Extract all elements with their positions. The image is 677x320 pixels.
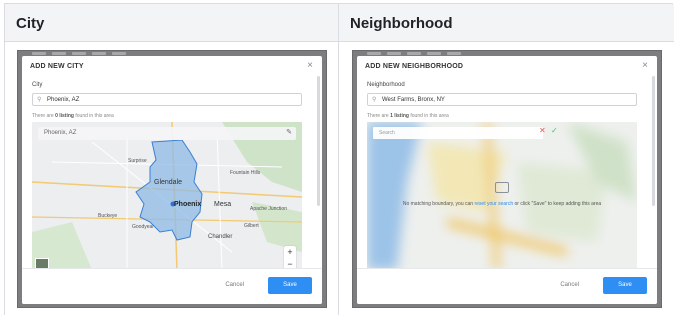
zoom-in-button[interactable]: + — [284, 246, 296, 258]
note-prefix: There are — [367, 113, 391, 119]
boundary-icon — [495, 182, 509, 193]
search-icon: ⚲ — [37, 97, 42, 103]
city-screenshot: ADD NEW CITY × City ⚲ Phoenix, AZ There … — [17, 50, 327, 308]
nomatch-suffix: or click "Save" to keep adding this area — [513, 201, 602, 207]
neighborhood-input-value: West Farms, Bronx, NY — [382, 97, 445, 103]
cancel-button[interactable]: Cancel — [225, 282, 244, 288]
neighborhood-map[interactable]: Search ✕ ✓ No matching boundary, you can… — [367, 122, 637, 270]
map-label-gilbert: Gilbert — [244, 223, 259, 229]
neighborhood-screenshot: ADD NEW NEIGHBORHOOD × Neighborhood ⚲ We… — [352, 50, 662, 308]
map-label-glendale: Glendale — [154, 179, 182, 186]
close-icon[interactable]: × — [307, 60, 313, 71]
modal-title: ADD NEW NEIGHBORHOOD — [365, 63, 464, 70]
city-cell: ADD NEW CITY × City ⚲ Phoenix, AZ There … — [5, 42, 339, 315]
scrollbar[interactable] — [317, 76, 320, 206]
add-city-modal: ADD NEW CITY × City ⚲ Phoenix, AZ There … — [22, 56, 322, 304]
note-count: 1 listing — [390, 113, 409, 119]
city-input[interactable]: ⚲ Phoenix, AZ — [32, 93, 302, 106]
save-button[interactable]: Save — [603, 277, 647, 294]
column-header-city: City — [5, 4, 339, 42]
nomatch-prefix: No matching boundary, you can — [402, 201, 475, 207]
neighborhood-input[interactable]: ⚲ West Farms, Bronx, NY — [367, 93, 637, 106]
map-label-chandler: Chandler — [208, 234, 232, 240]
map-search-field[interactable]: Phoenix, AZ ✎ — [38, 127, 296, 140]
map-graphic: Glendale Phoenix Mesa Chandler Buckeye G… — [32, 122, 302, 270]
map-label-mesa: Mesa — [214, 201, 231, 208]
zoom-control: + − — [284, 246, 296, 270]
check-icon[interactable]: ✓ — [551, 126, 558, 135]
map-label-phoenix: Phoenix — [174, 201, 201, 208]
map-label-apache-junction: Apache Junction — [250, 206, 287, 212]
no-match-message: No matching boundary, you can reset your… — [367, 201, 637, 207]
close-icon[interactable]: × — [642, 60, 648, 71]
map-label-surprise: Surprise — [128, 158, 147, 164]
cancel-button[interactable]: Cancel — [560, 282, 579, 288]
column-header-neighborhood: Neighborhood — [339, 4, 674, 42]
map-label-goodyear: Goodyear — [132, 224, 154, 230]
note-prefix: There are — [32, 113, 56, 119]
note-suffix: found in this area — [408, 113, 449, 119]
city-field-label: City — [32, 82, 43, 88]
search-icon: ⚲ — [372, 97, 377, 103]
x-icon[interactable]: ✕ — [539, 126, 546, 135]
map-graphic-blurred — [367, 122, 637, 270]
map-label-buckeye: Buckeye — [98, 213, 117, 219]
save-button[interactable]: Save — [268, 277, 312, 294]
note-count: 0 listing — [55, 113, 74, 119]
reset-search-link[interactable]: reset your search — [474, 201, 513, 207]
edit-icon[interactable]: ✎ — [286, 128, 292, 136]
scrollbar[interactable] — [652, 76, 655, 206]
map-label-fountain-hills: Fountain Hills — [230, 170, 261, 176]
map-search-value: Phoenix, AZ — [44, 130, 77, 136]
boundary-search-input[interactable]: Search — [373, 127, 543, 139]
add-neighborhood-modal: ADD NEW NEIGHBORHOOD × Neighborhood ⚲ We… — [357, 56, 657, 304]
city-input-value: Phoenix, AZ — [47, 97, 80, 103]
listing-note: There are 1 listing found in this area — [367, 113, 449, 119]
neighborhood-field-label: Neighborhood — [367, 82, 405, 88]
modal-title: ADD NEW CITY — [30, 63, 84, 70]
modal-footer: Cancel Save — [357, 268, 657, 304]
neighborhood-cell: ADD NEW NEIGHBORHOOD × Neighborhood ⚲ We… — [339, 42, 674, 315]
listing-note: There are 0 listing found in this area — [32, 113, 114, 119]
comparison-table: City Neighborhood ADD NEW CITY × City ⚲ … — [4, 3, 674, 315]
modal-footer: Cancel Save — [22, 268, 322, 304]
note-suffix: found in this area — [73, 113, 114, 119]
city-map[interactable]: Glendale Phoenix Mesa Chandler Buckeye G… — [32, 122, 302, 270]
